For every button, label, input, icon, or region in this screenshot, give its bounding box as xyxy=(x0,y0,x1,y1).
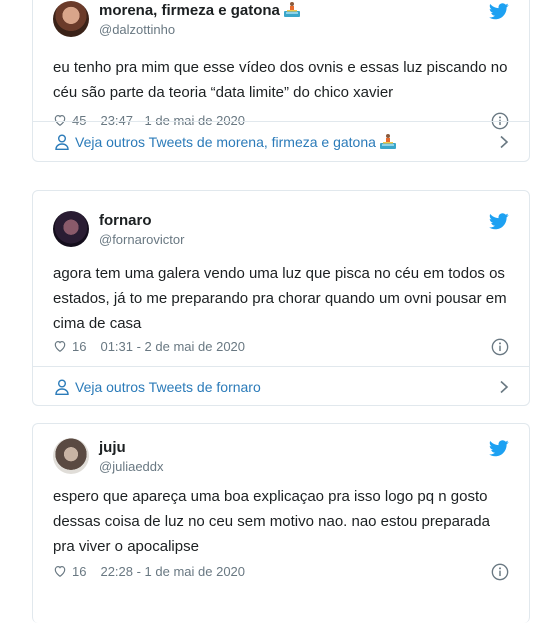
more-tweets-label: Veja outros Tweets de fornaro xyxy=(75,379,261,395)
more-tweets-label: Veja outros Tweets de morena, firmeza e … xyxy=(75,134,376,150)
tweet-header: juju @juliaeddx xyxy=(53,438,509,482)
author-name[interactable]: juju xyxy=(99,438,126,458)
more-tweets-link[interactable]: Veja outros Tweets de fornaro xyxy=(33,366,529,407)
tweet-meta: 16 01:31 - 2 de mai de 2020 xyxy=(53,337,509,357)
twitter-bird-icon[interactable] xyxy=(489,3,509,20)
twitter-bird-icon[interactable] xyxy=(489,213,509,230)
tweet-meta: 16 22:28 - 1 de mai de 2020 xyxy=(53,562,509,582)
tweet-header: morena, firmeza e gatona @dalzottinho xyxy=(53,1,509,45)
author-handle[interactable]: @dalzottinho xyxy=(99,21,175,39)
tweet-text: espero que apareça uma boa explicaçao pr… xyxy=(53,488,490,555)
info-icon[interactable] xyxy=(491,563,509,581)
tweet-card: juju @juliaeddx espero que apareça uma b… xyxy=(32,423,530,623)
avatar[interactable] xyxy=(53,438,89,474)
like-count[interactable]: 16 xyxy=(72,339,86,354)
tweet-card: morena, firmeza e gatona @dalzottinho eu… xyxy=(32,0,530,162)
heart-icon[interactable] xyxy=(53,564,67,578)
tweet-card: fornaro @fornarovictor agora tem uma gal… xyxy=(32,190,530,406)
chevron-right-icon xyxy=(500,135,509,149)
person-icon xyxy=(55,134,69,150)
twitter-bird-icon[interactable] xyxy=(489,440,509,457)
author-handle[interactable]: @fornarovictor xyxy=(99,231,184,249)
surfer-emoji-icon xyxy=(283,2,300,17)
author-name[interactable]: fornaro xyxy=(99,211,152,231)
tweet-timestamp[interactable]: 22:28 - 1 de mai de 2020 xyxy=(100,564,245,579)
like-count[interactable]: 16 xyxy=(72,564,86,579)
author-name-row[interactable]: morena, firmeza e gatona xyxy=(99,1,300,21)
tweet-header: fornaro @fornarovictor xyxy=(53,211,509,255)
author-name[interactable]: morena, firmeza e gatona xyxy=(99,2,280,19)
avatar[interactable] xyxy=(53,211,89,247)
chevron-right-icon xyxy=(500,380,509,394)
more-tweets-row: Veja outros Tweets de morena, firmeza e … xyxy=(75,122,396,162)
tweet-text: eu tenho pra mim que esse vídeo dos ovni… xyxy=(53,59,508,101)
info-icon[interactable] xyxy=(491,338,509,356)
more-tweets-link[interactable]: Veja outros Tweets de morena, firmeza e … xyxy=(33,121,529,162)
heart-icon[interactable] xyxy=(53,339,67,353)
tweet-timestamp[interactable]: 01:31 - 2 de mai de 2020 xyxy=(100,339,245,354)
avatar[interactable] xyxy=(53,1,89,37)
surfer-emoji-icon xyxy=(379,134,396,149)
person-icon xyxy=(55,379,69,395)
author-handle[interactable]: @juliaeddx xyxy=(99,458,164,476)
tweet-text: agora tem uma galera vendo uma luz que p… xyxy=(53,265,507,332)
